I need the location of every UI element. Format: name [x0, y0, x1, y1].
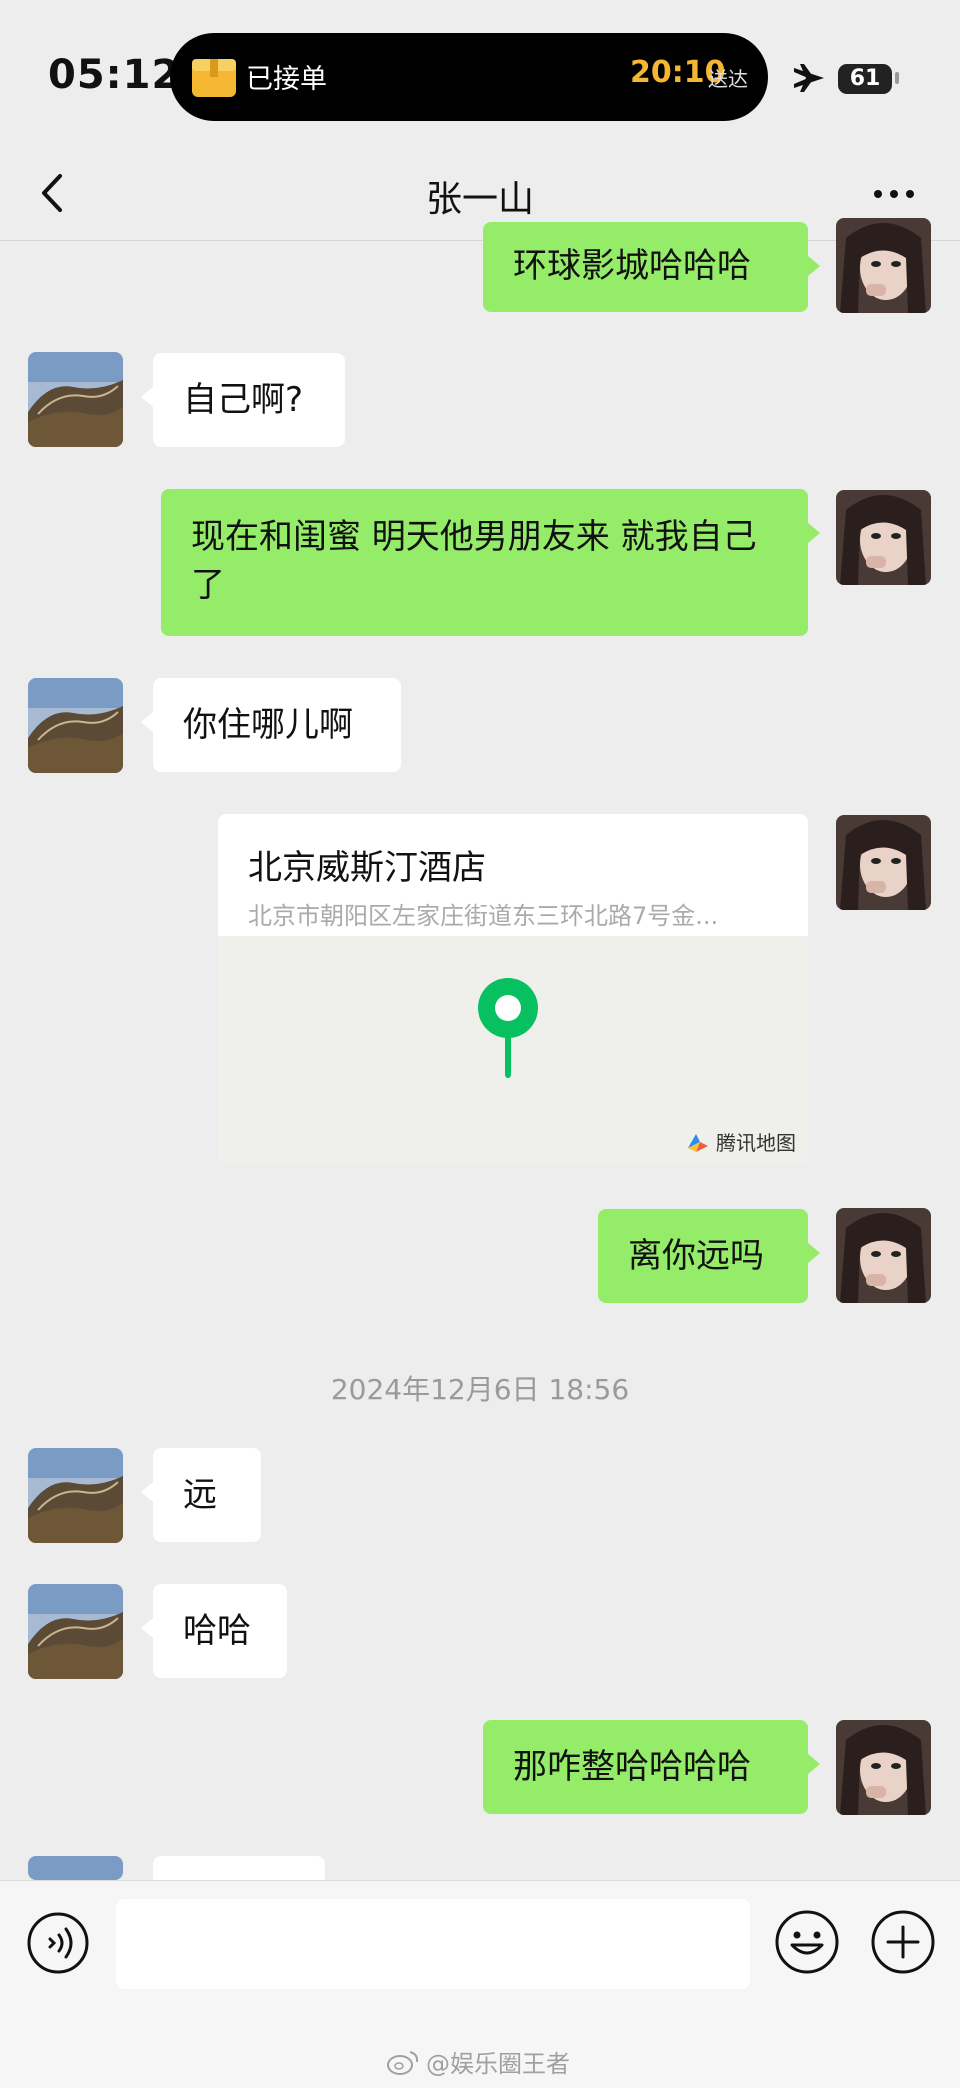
location-map-preview[interactable]: 腾讯地图 — [218, 936, 808, 1164]
map-brand: 腾讯地图 — [686, 1127, 796, 1156]
emoji-icon[interactable] — [774, 1909, 840, 1975]
avatar-self[interactable] — [836, 1720, 931, 1815]
avatar-self-image — [836, 490, 931, 585]
avatar-contact-image — [28, 678, 123, 773]
avatar-self[interactable] — [836, 1208, 931, 1303]
header-divider — [0, 240, 960, 241]
avatar-contact-image — [28, 1584, 123, 1679]
battery-indicator: 61 — [838, 64, 892, 94]
message-bubble-outgoing[interactable]: 现在和闺蜜 明天他男朋友来 就我自己了 — [161, 489, 820, 636]
map-pin-icon — [478, 978, 538, 1078]
chat-timestamp: 2024年12月6日 18:56 — [330, 1373, 630, 1406]
avatar-contact[interactable] — [28, 1448, 123, 1543]
message-bubble-incoming[interactable]: 哈哈 — [141, 1584, 287, 1678]
plane-icon — [794, 64, 824, 92]
avatar-contact-image — [28, 1856, 123, 1880]
box-icon — [192, 59, 236, 97]
chat-title: 张一山 — [425, 179, 534, 220]
avatar-self-image — [836, 218, 931, 313]
message-bubble-incoming[interactable]: 远 — [141, 1448, 261, 1542]
voice-icon[interactable] — [26, 1911, 90, 1975]
map-brand-label: 腾讯地图 — [716, 1131, 796, 1155]
avatar-contact-image — [28, 352, 123, 447]
tencent-map-icon — [688, 1133, 708, 1152]
status-time: 05:12 — [48, 52, 181, 98]
avatar-contact[interactable] — [28, 1856, 123, 1880]
live-activity[interactable]: 已接单 20:10 送达 — [170, 33, 768, 121]
live-activity-text: 已接单 — [246, 64, 327, 95]
message-bubble-incoming-partial — [153, 1856, 325, 1880]
avatar-self-image — [836, 1720, 931, 1815]
status-bar: 05:12 已接单 20:10 送达 61 — [0, 0, 960, 150]
more-icon[interactable] — [872, 184, 916, 204]
avatar-self[interactable] — [836, 815, 931, 910]
avatar-contact-image — [28, 1448, 123, 1543]
avatar-self[interactable] — [836, 490, 931, 585]
battery-cap — [895, 72, 899, 84]
message-bubble-incoming[interactable]: 你住哪儿啊 — [141, 678, 401, 772]
message-bubble-outgoing[interactable]: 那咋整哈哈哈哈 — [483, 1720, 820, 1814]
avatar-self-image — [836, 815, 931, 910]
avatar-contact[interactable] — [28, 352, 123, 447]
location-name: 北京威斯汀酒店 — [248, 848, 486, 888]
live-activity-eta-label: 送达 — [708, 67, 748, 91]
watermark: @娱乐圈王者 — [386, 2044, 570, 2079]
chat-header: 张一山 — [0, 150, 960, 240]
message-bubble-outgoing[interactable]: 离你远吗 — [598, 1209, 820, 1303]
avatar-contact[interactable] — [28, 1584, 123, 1679]
plus-icon[interactable] — [870, 1909, 936, 1975]
avatar-contact[interactable] — [28, 678, 123, 773]
location-card[interactable]: 北京威斯汀酒店 北京市朝阳区左家庄街道东三环北路7号金... 腾讯地图 — [218, 814, 808, 1164]
message-bubble-outgoing[interactable]: 环球影城哈哈哈 — [483, 222, 820, 312]
watermark-text: @娱乐圈王者 — [426, 2050, 570, 2078]
avatar-self-image — [836, 1208, 931, 1303]
message-bubble-incoming[interactable]: 自己啊? — [141, 353, 345, 447]
message-input[interactable] — [116, 1899, 750, 1989]
location-address: 北京市朝阳区左家庄街道东三环北路7号金... — [248, 902, 719, 930]
avatar-self[interactable] — [836, 218, 931, 313]
weibo-icon — [387, 2050, 419, 2075]
